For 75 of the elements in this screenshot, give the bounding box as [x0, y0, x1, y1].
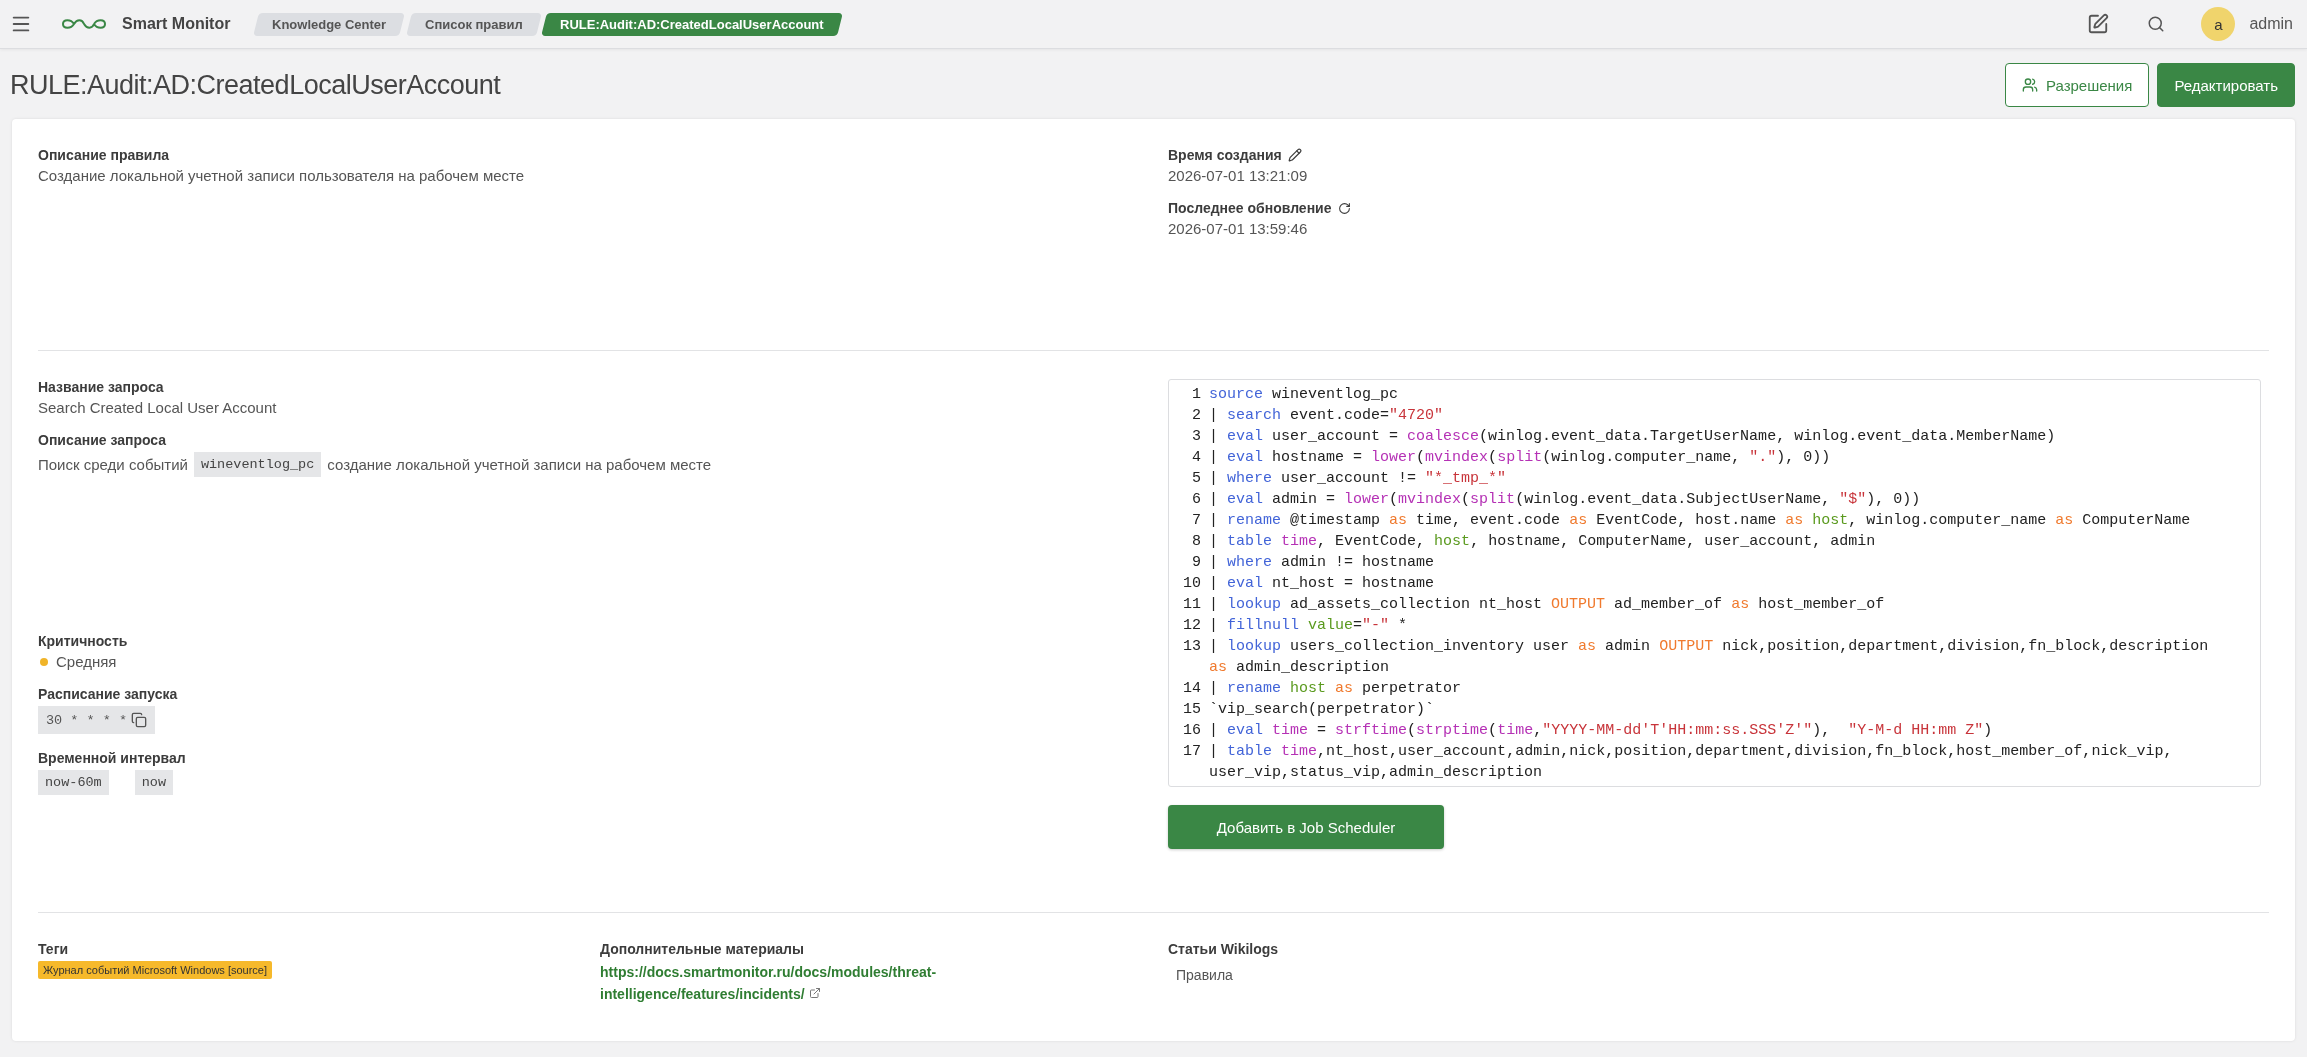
field-label: Временной интервал — [38, 750, 187, 766]
field-label: Критичность — [38, 633, 129, 649]
line-number: 3 — [1191, 427, 1201, 447]
breadcrumb[interactable]: RULE:Audit:AD:CreatedLocalUserAccount — [541, 12, 843, 36]
code-line: | eval hostname = lower(mvindex(split(winlog.computer_name, "."), 0)) — [1209, 448, 1832, 468]
line-number: 14 — [1182, 679, 1201, 699]
page-title: RULE:Audit:AD:CreatedLocalUserAccount — [10, 69, 502, 101]
line-number: 12 — [1182, 616, 1201, 636]
field-value: создание локальной учетной записи на рабочем месте — [327, 456, 712, 473]
field-value: Search Created Local User Account — [38, 399, 278, 416]
field-label: Дополнительные материалы — [600, 941, 805, 957]
code-line: | eval nt_host = hostname — [1209, 574, 1436, 594]
interval-chip: now — [134, 770, 174, 795]
code-line: | eval user_account = coalesce(winlog.event_data.TargetUserName, winlog.event_data.MemberName) — [1209, 427, 2057, 447]
code-line: | table time,nt_host,user_account,admin,nick,position,department,division,fn_block,host_member_of,nick_vip,user_vip,status_vip,admin_description — [1209, 742, 2174, 783]
code-line: | where user_account != "*_tmp_*" — [1209, 469, 1508, 489]
permissions-button[interactable]: Разрешения — [2004, 63, 2150, 107]
app-name: Smart Monitor — [122, 15, 231, 33]
code-line: | search event.code="4720" — [1209, 406, 1445, 426]
edit-icon[interactable] — [2087, 13, 2110, 35]
field-value: 2026-07-01 13:21:09 — [1168, 167, 1309, 184]
external-link-icon — [808, 987, 821, 999]
field-value: Поиск среди событий — [38, 456, 188, 473]
breadcrumb[interactable]: Knowledge Center — [253, 12, 406, 36]
refresh-icon — [1337, 201, 1351, 215]
field-value: 2026-07-01 13:59:46 — [1168, 220, 1309, 237]
field-label: Название запроса — [38, 379, 165, 395]
code-line: | rename @timestamp as time, event.code as EventCode, host.name as host, winlog.computer_name as ComputerName — [1209, 511, 2192, 531]
user-name[interactable]: admin — [2249, 15, 2293, 33]
code-line: | eval admin = lower(mvindex(split(winlog.event_data.SubjectUserName, "$"), 0)) — [1209, 490, 1922, 510]
code-line: | rename host as perpetrator — [1209, 679, 1463, 699]
line-number: 2 — [1191, 406, 1201, 426]
field-value: Создание локальной учетной записи пользователя на рабочем месте — [38, 167, 526, 184]
field-label: Описание запроса — [38, 432, 168, 448]
copy-icon[interactable] — [131, 712, 147, 728]
breadcrumb[interactable]: Список правил — [405, 12, 542, 36]
interval-chip: now-60m — [38, 770, 109, 795]
field-label: Время создания — [1168, 147, 1282, 163]
field-label: Теги — [38, 941, 70, 957]
line-number: 13 — [1182, 637, 1201, 657]
field-label: Последнее обновление — [1168, 200, 1332, 216]
code-line: | where admin != hostname — [1209, 553, 1436, 573]
code-line: `vip_search(perpetrator)` — [1209, 700, 1436, 720]
code-line: | eval time = strftime(strptime(time,"YYYY-MM-dd'T'HH:mm:ss.SSS'Z'"), "Y-M-d HH:mm Z") — [1209, 721, 1994, 741]
field-label: Описание правила — [38, 147, 171, 163]
search-icon[interactable] — [2147, 15, 2166, 33]
line-number: 16 — [1182, 721, 1201, 741]
line-number: 11 — [1182, 595, 1201, 615]
line-number: 4 — [1191, 448, 1201, 468]
user-avatar[interactable]: a — [2201, 7, 2236, 41]
code-chip: wineventlog_pc — [193, 452, 322, 477]
wiki-link[interactable]: Правила — [1176, 967, 2269, 983]
cron-chip: 30 * * * * — [38, 706, 155, 734]
line-number: 17 — [1182, 742, 1201, 762]
edit-button[interactable]: Редактировать — [2157, 63, 2295, 107]
code-line: | table time, EventCode, host, hostname, ComputerName, user_account, admin — [1209, 532, 1877, 552]
line-number: 7 — [1191, 511, 1201, 531]
field-label: Статьи Wikilogs — [1168, 941, 1280, 957]
field-value: Средняя — [56, 653, 117, 670]
code-line: source wineventlog_pc — [1209, 385, 1400, 405]
line-number: 1 — [1191, 385, 1201, 405]
field-label: Расписание запуска — [38, 686, 179, 702]
line-number: 6 — [1191, 490, 1201, 510]
line-number: 15 — [1182, 700, 1201, 720]
line-number: 9 — [1191, 553, 1201, 573]
code-line: | lookup ad_assets_collection nt_host OUTPUT ad_member_of as host_member_of — [1209, 595, 1886, 615]
pencil-icon — [1287, 148, 1302, 162]
code-line: | fillnull value="-" * — [1209, 616, 1409, 636]
line-number: 5 — [1191, 469, 1201, 489]
add-to-scheduler-button[interactable]: Добавить в Job Scheduler — [1168, 805, 1444, 849]
materials-link[interactable]: https://docs.smartmonitor.ru/docs/modules/threat-intelligence/features/incidents/ — [600, 961, 1000, 1005]
line-number: 8 — [1191, 532, 1201, 552]
users-icon — [2021, 77, 2038, 93]
line-number: 10 — [1182, 574, 1201, 594]
tag: Журнал событий Microsoft Windows [source] — [38, 961, 272, 979]
